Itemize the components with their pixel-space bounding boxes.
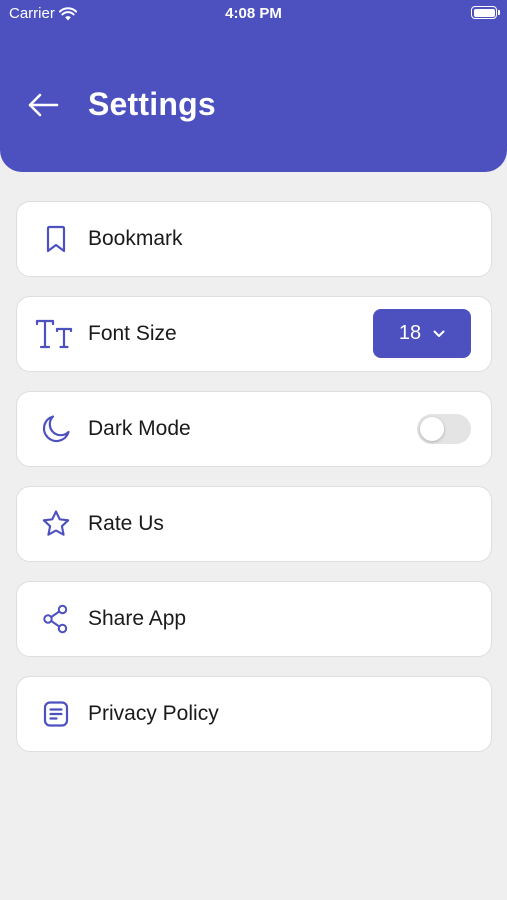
status-time: 4:08 PM bbox=[225, 5, 282, 22]
dark-mode-toggle[interactable] bbox=[417, 414, 471, 444]
rate-us-label: Rate Us bbox=[88, 512, 164, 535]
star-icon bbox=[39, 507, 73, 541]
bookmark-icon bbox=[39, 222, 73, 256]
toggle-knob bbox=[420, 417, 444, 441]
privacy-policy-label: Privacy Policy bbox=[88, 702, 219, 725]
arrow-left-icon bbox=[28, 93, 59, 117]
rate-us-item[interactable]: Rate Us bbox=[16, 486, 492, 562]
moon-icon bbox=[39, 412, 73, 446]
font-size-value: 18 bbox=[398, 322, 422, 344]
font-size-label: Font Size bbox=[88, 322, 177, 345]
share-app-label: Share App bbox=[88, 607, 187, 630]
font-size-item: Font Size 18 bbox=[16, 296, 492, 372]
chevron-down-icon bbox=[433, 330, 445, 337]
privacy-policy-item[interactable]: Privacy Policy bbox=[16, 676, 492, 752]
settings-screen: Carrier 4:08 PM Settings Bookmark Font S… bbox=[0, 0, 507, 900]
bookmark-item[interactable]: Bookmark bbox=[16, 201, 492, 277]
header: Carrier 4:08 PM Settings bbox=[0, 0, 507, 172]
dark-mode-label: Dark Mode bbox=[88, 417, 191, 440]
dark-mode-item: Dark Mode bbox=[16, 391, 492, 467]
font-size-dropdown[interactable]: 18 bbox=[373, 309, 471, 358]
back-button[interactable] bbox=[24, 88, 62, 122]
share-icon bbox=[39, 602, 73, 636]
bookmark-label: Bookmark bbox=[88, 227, 183, 250]
settings-list: Bookmark Font Size 18 Dark Mode Rate Us … bbox=[16, 201, 492, 771]
share-app-item[interactable]: Share App bbox=[16, 581, 492, 657]
battery-icon bbox=[471, 6, 500, 19]
page-title: Settings bbox=[88, 86, 216, 122]
text-size-icon bbox=[35, 317, 75, 351]
status-bar: Carrier 4:08 PM bbox=[0, 0, 507, 28]
document-icon bbox=[39, 697, 73, 731]
